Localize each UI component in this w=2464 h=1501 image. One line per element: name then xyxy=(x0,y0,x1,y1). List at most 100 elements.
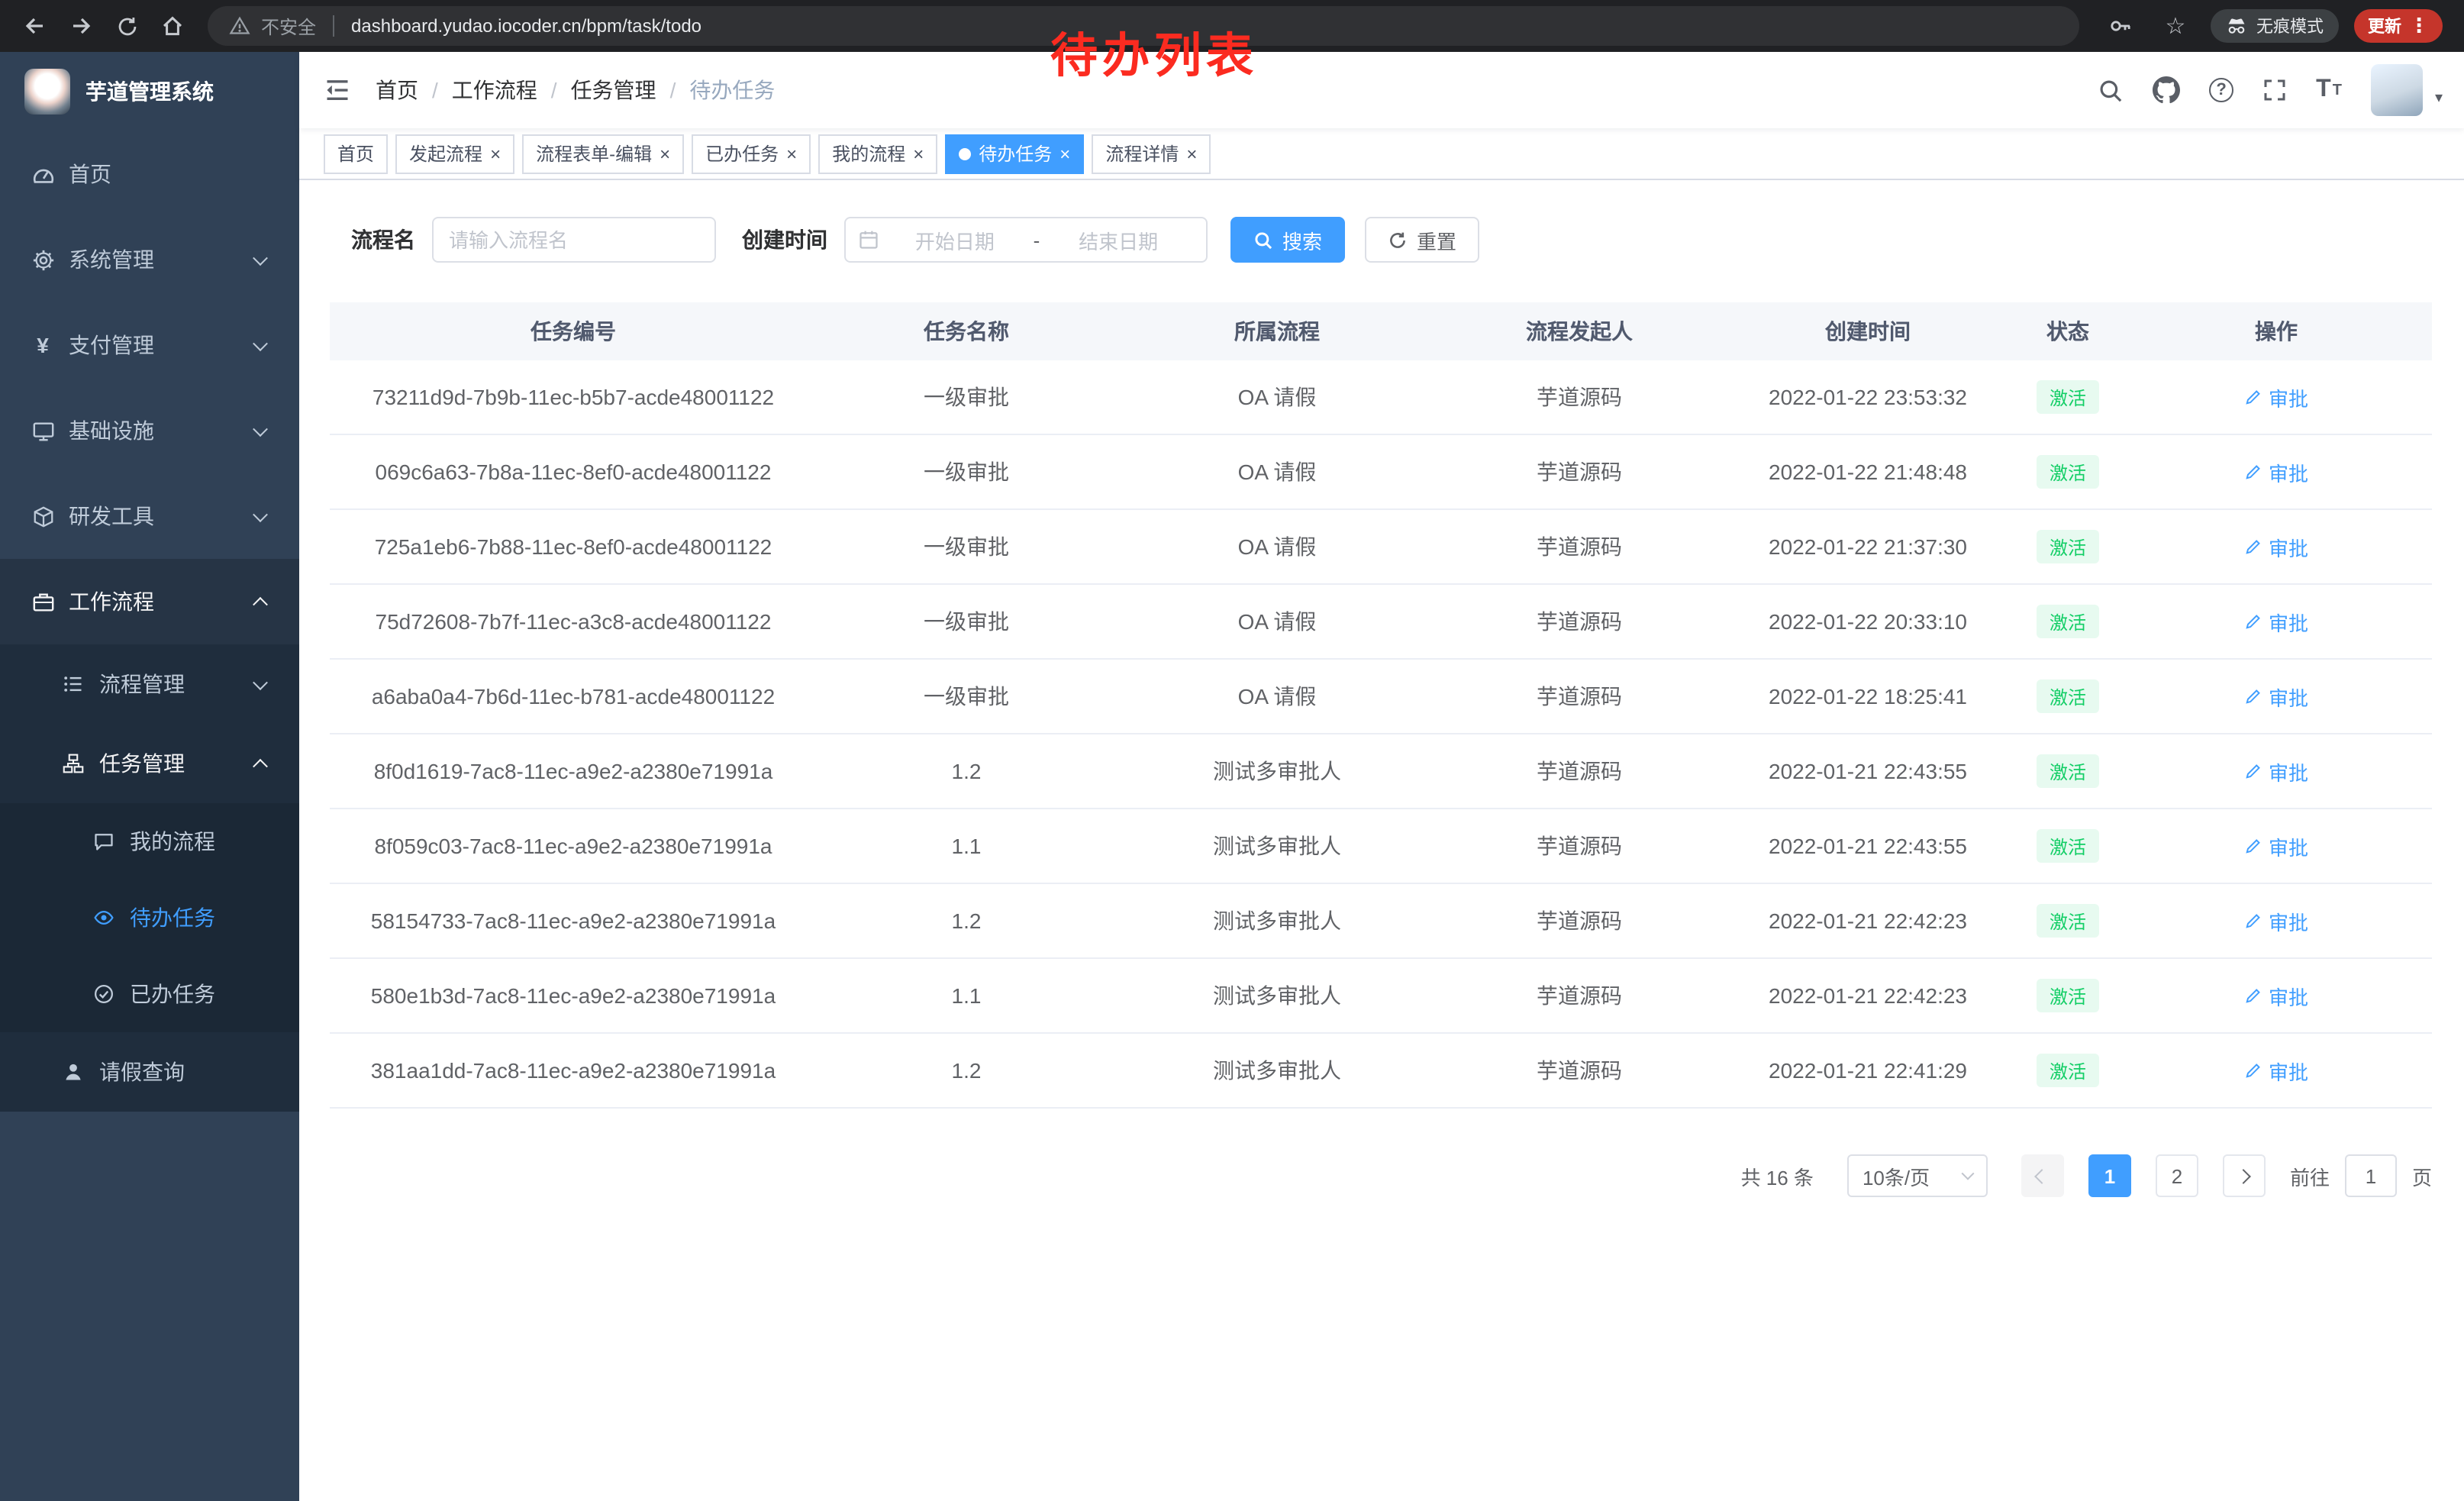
breadcrumb-separator: / xyxy=(670,78,676,102)
chat-bubble-icon xyxy=(92,831,116,852)
column-header-status: 状态 xyxy=(2015,302,2121,360)
approve-button[interactable]: 审批 xyxy=(2244,981,2308,1010)
breadcrumb-item-home[interactable]: 首页 xyxy=(376,75,418,105)
cell-task-name: 一级审批 xyxy=(817,585,1116,658)
approve-button[interactable]: 审批 xyxy=(2244,607,2308,636)
prev-page-button[interactable] xyxy=(2021,1154,2064,1197)
password-key-icon[interactable] xyxy=(2101,6,2140,46)
cell-task-id: 069c6a63-7b8a-11ec-8ef0-acde48001122 xyxy=(330,435,817,508)
end-date-placeholder[interactable]: 结束日期 xyxy=(1043,225,1194,254)
sidebar-item-my-process[interactable]: 我的流程 xyxy=(0,803,299,880)
sidebar-item-label: 待办任务 xyxy=(130,902,215,933)
more-vert-icon[interactable]: ⋮ xyxy=(2409,14,2429,38)
sidebar-item-done-tasks[interactable]: 已办任务 xyxy=(0,956,299,1032)
sidebar-item-label: 系统管理 xyxy=(69,244,154,275)
address-bar[interactable]: 不安全 dashboard.yudao.iocoder.cn/bpm/task/… xyxy=(208,6,2079,46)
github-icon[interactable] xyxy=(2153,76,2180,104)
sidebar-item-leave-query[interactable]: 请假查询 xyxy=(0,1032,299,1112)
cell-task-name: 1.2 xyxy=(817,884,1116,957)
sidebar-item-system[interactable]: 系统管理 xyxy=(0,217,299,302)
start-date-placeholder[interactable]: 开始日期 xyxy=(879,225,1030,254)
approve-button[interactable]: 审批 xyxy=(2244,1056,2308,1085)
tab-done-tasks[interactable]: 已办任务 × xyxy=(692,134,811,173)
cell-task-name: 一级审批 xyxy=(817,510,1116,583)
browser-update-button[interactable]: 更新 ⋮ xyxy=(2354,9,2443,43)
browser-home-button[interactable] xyxy=(153,6,192,46)
update-label: 更新 xyxy=(2368,14,2401,38)
user-icon xyxy=(61,1061,85,1083)
sidebar-item-label: 任务管理 xyxy=(99,748,185,779)
breadcrumb-item-task-management[interactable]: 任务管理 xyxy=(571,75,656,105)
cell-process: 测试多审批人 xyxy=(1116,809,1438,883)
tab-close-icon[interactable]: × xyxy=(1059,144,1070,163)
font-size-icon[interactable]: TT xyxy=(2316,78,2342,102)
tab-close-icon[interactable]: × xyxy=(490,144,501,163)
tab-close-icon[interactable]: × xyxy=(913,144,924,163)
tab-close-icon[interactable]: × xyxy=(786,144,797,163)
tab-home[interactable]: 首页 xyxy=(324,134,388,173)
sidebar-item-todo-tasks[interactable]: 待办任务 xyxy=(0,880,299,956)
edit-pen-icon xyxy=(2244,537,2262,556)
eye-icon xyxy=(92,907,116,928)
date-range-picker[interactable]: 开始日期 - 结束日期 xyxy=(844,217,1208,263)
sidebar-item-payment[interactable]: ¥ 支付管理 xyxy=(0,302,299,388)
browser-reload-button[interactable] xyxy=(107,6,147,46)
next-page-button[interactable] xyxy=(2223,1154,2266,1197)
tab-label: 待办任务 xyxy=(979,140,1052,166)
tab-process-detail[interactable]: 流程详情 × xyxy=(1092,134,1211,173)
approve-button[interactable]: 审批 xyxy=(2244,532,2308,561)
sidebar: 芋道管理系统 首页 系统管理 ¥ 支付管理 基础设施 xyxy=(0,52,299,1501)
approve-button[interactable]: 审批 xyxy=(2244,457,2308,486)
goto-page-input[interactable] xyxy=(2345,1154,2397,1197)
bookmark-star-icon[interactable]: ☆ xyxy=(2156,6,2195,46)
tab-label: 流程表单-编辑 xyxy=(536,140,652,166)
tab-close-icon[interactable]: × xyxy=(1186,144,1197,163)
cell-starter: 芋道源码 xyxy=(1438,660,1721,733)
check-circle-icon xyxy=(92,983,116,1005)
approve-button[interactable]: 审批 xyxy=(2244,757,2308,786)
browser-forward-button[interactable] xyxy=(61,6,101,46)
page-1-button[interactable]: 1 xyxy=(2088,1154,2131,1197)
app-logo xyxy=(24,69,70,115)
search-button[interactable]: 搜索 xyxy=(1230,217,1345,263)
screen: 不安全 dashboard.yudao.iocoder.cn/bpm/task/… xyxy=(0,0,2464,1501)
reset-button[interactable]: 重置 xyxy=(1365,217,1479,263)
tab-my-process[interactable]: 我的流程 × xyxy=(818,134,937,173)
cell-process: 测试多审批人 xyxy=(1116,734,1438,808)
cell-task-id: 73211d9d-7b9b-11ec-b5b7-acde48001122 xyxy=(330,360,817,434)
help-icon[interactable]: ? xyxy=(2209,78,2233,102)
avatar[interactable] xyxy=(2371,64,2423,116)
tab-process-form-edit[interactable]: 流程表单-编辑 × xyxy=(522,134,684,173)
page-content: 流程名 创建时间 开始日期 - 结束日期 xyxy=(299,180,2464,1501)
sidebar-item-devtools[interactable]: 研发工具 xyxy=(0,473,299,559)
fullscreen-icon[interactable] xyxy=(2262,78,2287,102)
approve-button[interactable]: 审批 xyxy=(2244,682,2308,711)
chevron-down-icon xyxy=(1961,1167,1974,1180)
tab-close-icon[interactable]: × xyxy=(660,144,670,163)
page-2-button[interactable]: 2 xyxy=(2156,1154,2198,1197)
edit-pen-icon xyxy=(2244,986,2262,1005)
approve-button[interactable]: 审批 xyxy=(2244,906,2308,935)
cell-created: 2022-01-22 21:37:30 xyxy=(1721,510,2015,583)
search-icon[interactable] xyxy=(2098,77,2124,103)
tab-todo-tasks[interactable]: 待办任务 × xyxy=(945,134,1084,173)
sidebar-item-workflow[interactable]: 工作流程 xyxy=(0,559,299,644)
incognito-icon xyxy=(2226,15,2247,37)
sidebar-collapse-button[interactable] xyxy=(299,52,376,128)
browser-back-button[interactable] xyxy=(15,6,55,46)
dashboard-icon xyxy=(31,163,55,186)
tab-start-process[interactable]: 发起流程 × xyxy=(395,134,514,173)
sidebar-item-infrastructure[interactable]: 基础设施 xyxy=(0,388,299,473)
approve-button[interactable]: 审批 xyxy=(2244,383,2308,412)
caret-down-icon[interactable]: ▾ xyxy=(2435,90,2443,107)
cell-task-id: 8f059c03-7ac8-11ec-a9e2-a2380e71991a xyxy=(330,809,817,883)
table-header-row: 任务编号 任务名称 所属流程 流程发起人 创建时间 状态 操作 xyxy=(330,302,2432,360)
page-size-select[interactable]: 10条/页 xyxy=(1847,1154,1988,1197)
process-name-input[interactable] xyxy=(434,218,714,261)
breadcrumb-item-workflow[interactable]: 工作流程 xyxy=(452,75,537,105)
sidebar-item-process-management[interactable]: 流程管理 xyxy=(0,644,299,724)
app-logo-row[interactable]: 芋道管理系统 xyxy=(0,52,299,131)
sidebar-item-task-management[interactable]: 任务管理 xyxy=(0,724,299,803)
approve-button[interactable]: 审批 xyxy=(2244,831,2308,860)
sidebar-item-home[interactable]: 首页 xyxy=(0,131,299,217)
